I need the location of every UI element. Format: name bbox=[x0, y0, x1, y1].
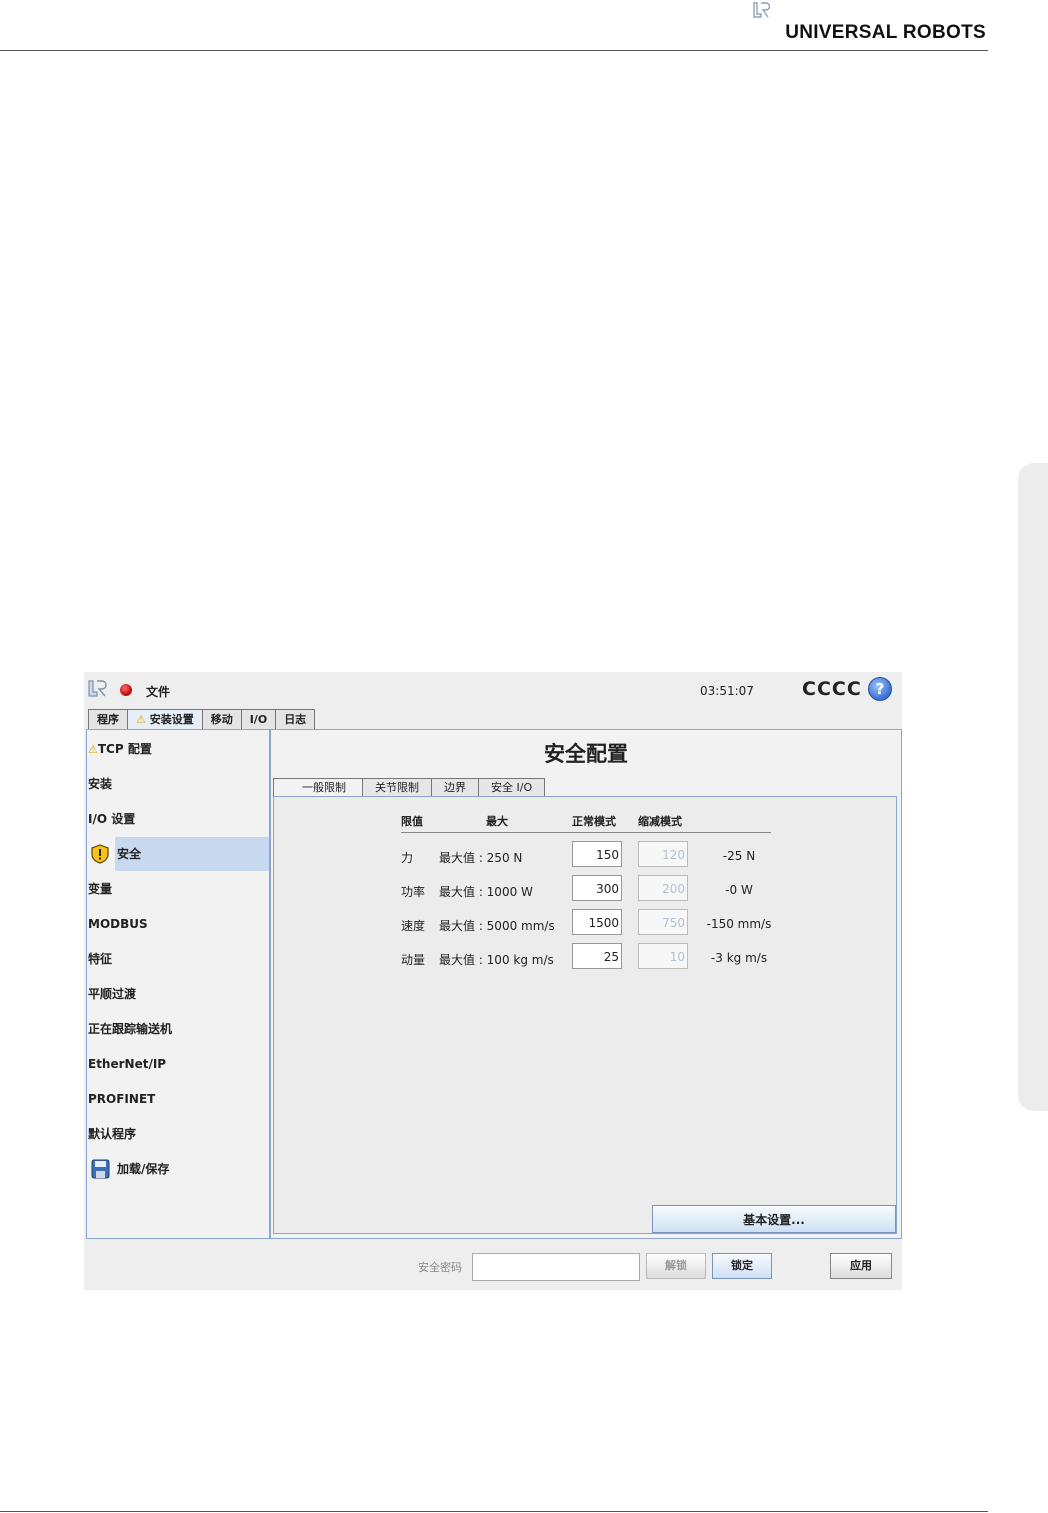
warning-icon: ⚠ bbox=[136, 713, 146, 726]
column-header-reduced: 缩减模式 bbox=[638, 815, 682, 828]
sidebar-item-profinet[interactable]: PROFINET bbox=[87, 1082, 269, 1116]
normal-mode-input[interactable]: 300 bbox=[572, 875, 622, 901]
normal-mode-input[interactable]: 150 bbox=[572, 841, 622, 867]
column-header-limit: 限值 bbox=[401, 815, 423, 828]
reduced-mode-input: 750 bbox=[638, 909, 688, 935]
sidebar-item-tcp[interactable]: ⚠TCP 配置 bbox=[87, 732, 269, 766]
robot-name: CCCC bbox=[802, 678, 862, 700]
safety-subtabs: 一般限制 关节限制 边界 安全 I/O bbox=[273, 778, 546, 796]
limit-max: 最大值 : 1000 W bbox=[439, 885, 533, 899]
general-limits-content: 限值 最大 正常模式 缩减模式 力 最大值 : 250 N 150 120 -2… bbox=[273, 796, 897, 1234]
ur-logo-icon bbox=[753, 2, 770, 18]
limit-tolerance: -3 kg m/s bbox=[710, 951, 768, 965]
limit-max: 最大值 : 250 N bbox=[439, 851, 523, 865]
limit-name: 功率 bbox=[401, 885, 426, 899]
normal-mode-input[interactable]: 1500 bbox=[572, 909, 622, 935]
limit-max: 最大值 : 5000 mm/s bbox=[439, 919, 555, 933]
ur-logo-icon[interactable] bbox=[86, 679, 108, 701]
sidebar-item-safety[interactable]: 安全 bbox=[87, 837, 269, 871]
column-header-normal: 正常模式 bbox=[572, 815, 616, 828]
limit-tolerance: -0 W bbox=[725, 883, 753, 897]
sidebar-item-variables[interactable]: 变量 bbox=[87, 872, 269, 906]
footer-bar: 安全密码 解锁 锁定 应用 bbox=[84, 1244, 902, 1290]
limit-row-speed: 速度 最大值 : 5000 mm/s 1500 750 -150 mm/s bbox=[274, 909, 896, 939]
file-menu[interactable]: 文件 bbox=[146, 683, 170, 700]
basic-settings-button[interactable]: 基本设置... bbox=[652, 1205, 896, 1233]
sidebar: ⚠TCP 配置 安装 I/O 设置 安全 变量 MODBUS 特征 平顺过渡 正… bbox=[86, 729, 270, 1239]
sidebar-item-conveyor-tracking[interactable]: 正在跟踪输送机 bbox=[87, 1012, 269, 1046]
limit-name: 动量 bbox=[401, 953, 426, 967]
reduced-mode-input: 10 bbox=[638, 943, 688, 969]
header-divider bbox=[401, 832, 771, 833]
sidebar-item-mounting[interactable]: 安装 bbox=[87, 767, 269, 801]
limit-row-power: 功率 最大值 : 1000 W 300 200 -0 W bbox=[274, 875, 896, 905]
apply-button[interactable]: 应用 bbox=[830, 1253, 892, 1279]
tab-move[interactable]: 移动 bbox=[201, 709, 242, 729]
tab-log[interactable]: 日志 bbox=[275, 709, 316, 729]
side-thumb-tab bbox=[1018, 463, 1048, 1111]
password-label: 安全密码 bbox=[418, 1261, 462, 1274]
warning-icon: ⚠ bbox=[88, 743, 98, 756]
tab-safety-io[interactable]: 安全 I/O bbox=[478, 778, 546, 796]
limit-name: 速度 bbox=[401, 919, 426, 933]
clock: 03:51:07 bbox=[700, 684, 754, 698]
tab-general-limits[interactable]: 一般限制 bbox=[273, 778, 363, 796]
column-header-max: 最大 bbox=[486, 815, 508, 828]
sidebar-item-features[interactable]: 特征 bbox=[87, 942, 269, 976]
sidebar-item-smooth-transition[interactable]: 平顺过渡 bbox=[87, 977, 269, 1011]
header-rule bbox=[0, 50, 988, 51]
sidebar-item-load-save[interactable]: 加载/保存 bbox=[87, 1152, 269, 1186]
limit-row-force: 力 最大值 : 250 N 150 120 -25 N bbox=[274, 841, 896, 871]
limit-name: 力 bbox=[401, 851, 414, 865]
record-status-icon bbox=[120, 684, 132, 696]
help-icon[interactable]: ? bbox=[868, 677, 892, 701]
tab-joint-limits[interactable]: 关节限制 bbox=[362, 778, 432, 796]
safety-password-input[interactable] bbox=[472, 1253, 640, 1281]
floppy-disk-icon bbox=[91, 1159, 110, 1179]
sidebar-item-io-setup[interactable]: I/O 设置 bbox=[87, 802, 269, 836]
tab-boundaries[interactable]: 边界 bbox=[431, 778, 479, 796]
limit-tolerance: -25 N bbox=[722, 849, 756, 863]
polyscope-screenshot: 文件 03:51:07 CCCC ? 程序 ⚠ 安装设置 移动 I/O 日志 ⚠… bbox=[84, 672, 902, 1290]
shield-icon bbox=[91, 844, 109, 864]
sidebar-item-ethernet-ip[interactable]: EtherNet/IP bbox=[87, 1047, 269, 1081]
unlock-button[interactable]: 解锁 bbox=[646, 1253, 706, 1279]
lock-button[interactable]: 锁定 bbox=[712, 1253, 772, 1279]
main-tabs: 程序 ⚠ 安装设置 移动 I/O 日志 bbox=[88, 709, 316, 729]
reduced-mode-input: 120 bbox=[638, 841, 688, 867]
limit-max: 最大值 : 100 kg m/s bbox=[439, 953, 554, 967]
safety-panel: 安全配置 一般限制 关节限制 边界 安全 I/O 限值 最大 正常模式 缩减模式… bbox=[270, 729, 902, 1239]
tab-installation[interactable]: ⚠ 安装设置 bbox=[127, 709, 203, 729]
tab-program[interactable]: 程序 bbox=[88, 709, 128, 729]
brand-wordmark: UNIVERSAL ROBOTS bbox=[785, 22, 986, 43]
title-bar: 文件 03:51:07 CCCC ? bbox=[84, 672, 902, 708]
page-title: 安全配置 bbox=[544, 742, 628, 766]
tab-io[interactable]: I/O bbox=[240, 709, 277, 729]
sidebar-item-default-program[interactable]: 默认程序 bbox=[87, 1117, 269, 1151]
normal-mode-input[interactable]: 25 bbox=[572, 943, 622, 969]
footer-rule bbox=[0, 1511, 988, 1512]
limit-tolerance: -150 mm/s bbox=[706, 917, 772, 931]
sidebar-item-modbus[interactable]: MODBUS bbox=[87, 907, 269, 941]
reduced-mode-input: 200 bbox=[638, 875, 688, 901]
limit-row-momentum: 动量 最大值 : 100 kg m/s 25 10 -3 kg m/s bbox=[274, 943, 896, 973]
